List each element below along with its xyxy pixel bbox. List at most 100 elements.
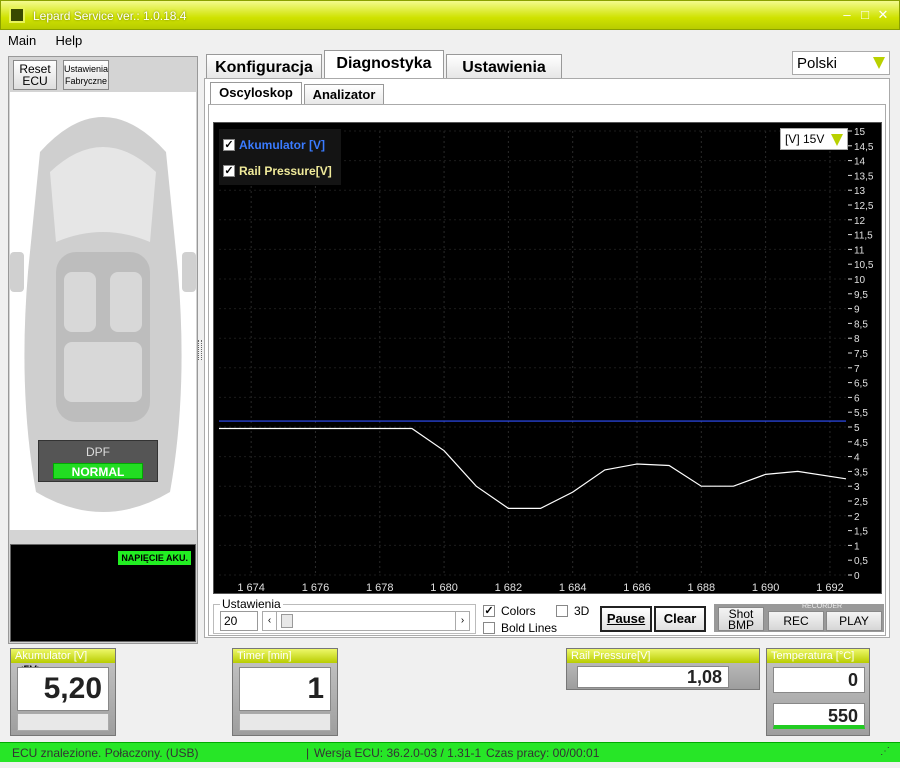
tab-ustawienia[interactable]: Ustawienia [446,54,562,80]
chevron-down-icon [831,134,843,146]
y-tick-label: 14,5 [854,142,874,153]
y-tick-label: 13,5 [854,171,874,182]
y-tick-label: 4,5 [854,438,868,449]
window-title: Lepard Service ver.: 1.0.18.4 [33,9,187,23]
akumulator-title: Akumulator [V]<5V> [11,649,115,676]
factory-settings-button[interactable]: Ustawienia Fabryczne [63,60,109,90]
range-value: [V] 15V [785,132,825,146]
dpf-label: DPF [86,445,110,459]
legend-rail-pressure: Rail Pressure[V] [239,164,332,178]
settings-label: Ustawienia [220,597,283,611]
status-time: Czas pracy: 00/00:01 [486,746,600,760]
y-tick-label: 1 [854,541,860,552]
colors-checkbox[interactable]: ✓ [483,605,495,617]
y-tick-label: 15 [854,127,866,138]
y-tick-label: 11,5 [854,231,873,242]
menu-main[interactable]: Main [0,30,44,48]
resize-grip-icon[interactable]: ⋰ [880,746,890,757]
y-tick-label: 0,5 [854,556,868,567]
status-connection: ECU znalezione. Połaczony. (USB) [12,746,199,760]
akumulator-checkbox[interactable]: ✓ [223,139,235,151]
y-tick-label: 9,5 [854,290,868,301]
play-button[interactable]: PLAY [826,611,882,631]
mini-graph: NAPIĘCIE AKU. [10,544,196,642]
settings-slider[interactable]: ‹ › [262,611,470,631]
menu-help[interactable]: Help [48,30,91,48]
rail-pressure-value: 1,08 [577,666,729,688]
x-tick-label: 1 682 [495,582,523,594]
y-tick-label: 10 [854,275,866,286]
x-tick-label: 1 678 [366,582,394,594]
y-tick-label: 13 [854,186,866,197]
tab-diagnostyka[interactable]: Diagnostyka [324,50,444,80]
y-tick-label: 5 [854,423,860,434]
temperatura-gauge: Temperatura [°C] 0 550 [766,648,870,736]
y-tick-label: 5,5 [854,408,868,419]
temperatura-value-1: 0 [773,667,865,693]
y-tick-label: 7 [854,364,860,375]
splitter-handle[interactable] [198,340,202,360]
y-tick-label: 9 [854,305,860,316]
y-tick-label: 10,5 [854,260,874,271]
akumulator-gauge: Akumulator [V]<5V> 5,20 [10,648,116,736]
akumulator-value: 5,20 [17,667,109,711]
range-select[interactable]: [V] 15V [780,128,848,150]
akumulator-bar [17,713,109,731]
menu-bar: Main Help [0,30,900,52]
x-tick-label: 1 688 [688,582,716,594]
minimize-icon[interactable]: – [839,7,855,23]
tab-oscyloskop[interactable]: Oscyloskop [210,82,302,104]
slider-left-icon[interactable]: ‹ [263,612,277,630]
y-tick-label: 2 [854,512,860,523]
legend-akumulator: Akumulator [V] [239,138,326,152]
dpf-status: NORMAL [53,463,143,479]
y-tick-label: 3,5 [854,467,868,478]
clear-button[interactable]: Clear [654,606,706,632]
y-tick-label: 6,5 [854,379,868,390]
pause-button[interactable]: Pause [600,606,652,632]
x-tick-label: 1 690 [752,582,780,594]
bold-lines-checkbox[interactable] [483,622,495,634]
temperatura-value-2: 550 [773,703,865,729]
battery-voltage-label: NAPIĘCIE AKU. [118,551,191,565]
dpf-indicator: DPF NORMAL [38,440,158,482]
rail-pressure-checkbox[interactable]: ✓ [223,165,235,177]
slider-thumb[interactable] [281,614,293,628]
tab-analizator[interactable]: Analizator [304,84,384,104]
close-icon[interactable]: ✕ [875,7,891,23]
series-line-rail-pressure [219,427,847,509]
y-tick-label: 4 [854,453,860,464]
timer-gauge: Timer [min] 1 [232,648,338,736]
tab-konfiguracja[interactable]: Konfiguracja [206,54,322,80]
rec-button[interactable]: REC [768,611,824,631]
chart-svg: 1 674 1 676 1 678 1 680 1 682 1 684 1 686 1 688… [219,127,874,594]
status-divider: | [306,746,310,760]
y-tick-label: 12 [854,216,866,227]
app-icon [9,7,25,23]
status-version: Wersja ECU: 36.2.0-03 / 1.31-1 [314,746,482,760]
x-tick-label: 1 680 [430,582,458,594]
slider-right-icon[interactable]: › [455,612,469,630]
settings-value-input[interactable]: 20 [220,611,258,631]
y-tick-label: 0 [854,571,860,582]
y-tick-label: 12,5 [854,201,874,212]
reset-ecu-button[interactable]: Reset ECU [13,60,57,90]
y-tick-label: 1,5 [854,527,868,538]
bold-lines-label: Bold Lines [501,621,558,635]
chevron-down-icon [873,57,885,69]
chart-legend: ✓ Akumulator [V] ✓ Rail Pressure[V] [219,129,341,185]
timer-title: Timer [min] [233,649,337,663]
x-tick-label: 1 686 [623,582,651,594]
temperatura-title: Temperatura [°C] [767,649,869,663]
y-tick-label: 7,5 [854,349,868,360]
maximize-icon[interactable]: □ [857,7,873,23]
y-tick-label: 8,5 [854,319,868,330]
3d-checkbox[interactable] [556,605,568,617]
x-tick-label: 1 676 [302,582,330,594]
recorder-label: RECORDER [802,603,843,610]
status-bar: ECU znalezione. Połaczony. (USB) | Wersj… [0,742,900,762]
y-tick-label: 6 [854,393,860,404]
language-select[interactable]: Polski [792,51,890,75]
y-tick-label: 14 [854,157,866,168]
shot-bmp-button[interactable]: Shot BMP [718,607,764,631]
